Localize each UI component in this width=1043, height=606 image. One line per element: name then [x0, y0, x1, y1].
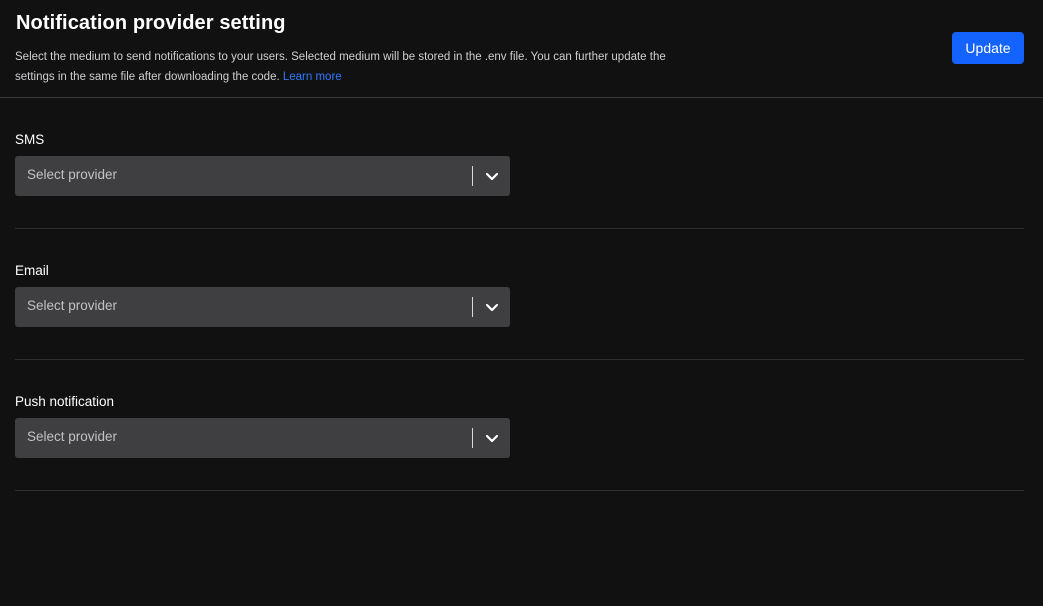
sms-section: SMS Select provider	[15, 98, 1024, 229]
page-title: Notification provider setting	[16, 12, 286, 34]
sms-provider-placeholder: Select provider	[27, 167, 118, 182]
sms-label: SMS	[15, 132, 45, 147]
page-description: Select the medium to send notifications …	[15, 47, 705, 87]
learn-more-link[interactable]: Learn more	[283, 71, 342, 83]
push-provider-placeholder: Select provider	[27, 429, 118, 444]
push-provider-select[interactable]: Select provider	[15, 418, 510, 458]
select-divider	[472, 297, 473, 317]
chevron-down-icon[interactable]	[482, 428, 502, 448]
select-divider	[472, 166, 473, 186]
sms-provider-select[interactable]: Select provider	[15, 156, 510, 196]
select-divider	[472, 428, 473, 448]
push-notification-label: Push notification	[15, 394, 115, 409]
chevron-down-icon[interactable]	[482, 166, 502, 186]
page-header: Notification provider setting Select the…	[0, 0, 1043, 98]
email-label: Email	[15, 263, 49, 278]
update-button[interactable]: Update	[952, 32, 1024, 64]
push-notification-section: Push notification Select provider	[15, 360, 1024, 491]
notification-settings-page: Notification provider setting Select the…	[0, 0, 1043, 606]
email-provider-placeholder: Select provider	[27, 298, 118, 313]
email-section: Email Select provider	[15, 229, 1024, 360]
chevron-down-icon[interactable]	[482, 297, 502, 317]
email-provider-select[interactable]: Select provider	[15, 287, 510, 327]
